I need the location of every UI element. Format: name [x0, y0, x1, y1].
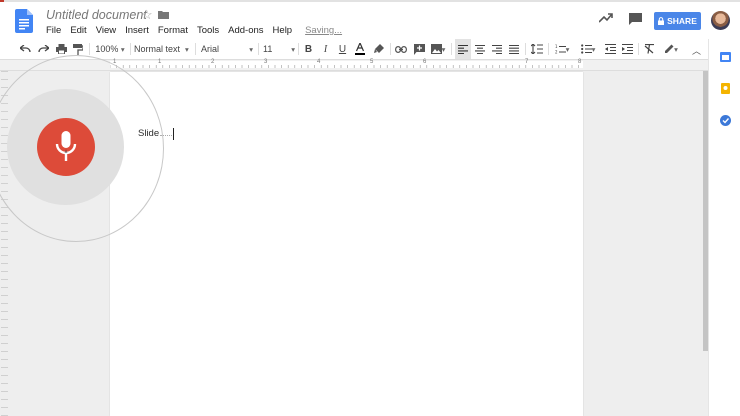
docs-logo-icon[interactable]: [15, 9, 33, 33]
chevron-down-icon: ▾: [291, 44, 295, 54]
italic-icon[interactable]: I: [319, 39, 332, 59]
toolbar-divider: [258, 43, 259, 55]
toolbar-divider: [390, 43, 391, 55]
svg-text:1: 1: [555, 44, 558, 49]
decrease-indent-icon[interactable]: [603, 39, 617, 59]
font-value: Arial: [201, 44, 220, 54]
chevron-down-icon: ▾: [441, 44, 446, 54]
text-cursor: [173, 128, 174, 140]
chevron-down-icon: ▾: [185, 44, 189, 54]
toolbar-divider: [130, 43, 131, 55]
menu-edit[interactable]: Edit: [70, 25, 86, 36]
menu-addons[interactable]: Add-ons: [228, 25, 263, 36]
menu-tools[interactable]: Tools: [197, 25, 219, 36]
keep-icon[interactable]: [720, 83, 731, 94]
underline-icon[interactable]: U: [336, 39, 349, 59]
justify-icon[interactable]: [507, 39, 521, 59]
window-accent: [0, 0, 4, 2]
font-size-value: 11: [263, 44, 273, 54]
chevron-down-icon: ▾: [120, 44, 125, 54]
collapse-icon[interactable]: ︿: [692, 44, 701, 57]
ruler-number: 5: [370, 59, 374, 65]
window-top-border: [0, 0, 740, 2]
saving-status: Saving...: [305, 25, 343, 36]
font-size-select[interactable]: 11 ▾: [263, 39, 295, 59]
star-icon[interactable]: ☆: [141, 7, 153, 23]
toolbar-divider: [298, 43, 299, 55]
toolbar-divider: [548, 43, 549, 55]
document-title[interactable]: Untitled document: [46, 8, 147, 22]
side-panel: [708, 39, 740, 416]
ruler-number: 2: [211, 59, 215, 65]
insert-comment-icon[interactable]: [412, 39, 426, 59]
avatar[interactable]: [711, 11, 730, 30]
toolbar-divider: [525, 43, 526, 55]
menu-view[interactable]: View: [96, 25, 116, 36]
chevron-down-icon: ▾: [591, 44, 596, 54]
calendar-icon[interactable]: [720, 51, 731, 62]
comment-icon[interactable]: [629, 13, 642, 25]
menu-file[interactable]: File: [46, 25, 61, 36]
menu-insert[interactable]: Insert: [125, 25, 149, 36]
toolbar-divider: [638, 43, 639, 55]
menu-format[interactable]: Format: [158, 25, 188, 36]
share-label: SHARE: [667, 16, 697, 26]
document-page[interactable]: [110, 72, 583, 416]
font-select[interactable]: Arial ▾: [201, 39, 253, 59]
editing-mode-icon[interactable]: ▾: [660, 39, 682, 59]
align-center-icon[interactable]: [473, 39, 487, 59]
svg-text:2: 2: [555, 50, 558, 55]
lock-icon: [658, 17, 665, 25]
line-spacing-icon[interactable]: [529, 39, 545, 59]
chevron-down-icon: ▾: [674, 44, 678, 54]
toolbar-divider: [195, 43, 196, 55]
style-value: Normal text: [134, 44, 181, 54]
zoom-select[interactable]: 100% ▾: [93, 39, 127, 59]
align-right-icon[interactable]: [490, 39, 504, 59]
style-select[interactable]: Normal text ▾: [134, 39, 190, 59]
ruler-number: 1: [158, 59, 162, 65]
bulleted-list-icon[interactable]: ▾: [578, 39, 598, 59]
activity-icon[interactable]: [599, 13, 613, 23]
text-color-icon[interactable]: [353, 39, 367, 59]
chevron-down-icon: ▾: [565, 44, 570, 54]
horizontal-ruler: [110, 61, 583, 68]
microphone-icon: [55, 131, 77, 161]
ruler-number: 7: [525, 59, 529, 65]
ruler-number: 4: [317, 59, 321, 65]
ruler-number: 3: [264, 59, 268, 65]
undo-icon[interactable]: [18, 39, 32, 59]
bold-icon[interactable]: B: [302, 39, 315, 59]
clear-formatting-icon[interactable]: [642, 39, 656, 59]
toolbar: 100% ▾ Normal text ▾ Arial ▾ 11 ▾ B I U ▾: [0, 39, 708, 59]
ruler-number: 6: [423, 59, 427, 65]
increase-indent-icon[interactable]: [620, 39, 634, 59]
ruler-number: 8: [578, 59, 582, 65]
tasks-icon[interactable]: [720, 115, 731, 126]
share-button[interactable]: SHARE: [654, 12, 701, 30]
folder-icon[interactable]: [158, 10, 169, 19]
align-left-icon[interactable]: [455, 39, 471, 59]
numbered-list-icon[interactable]: 12 ▾: [552, 39, 572, 59]
voice-typing-mic-button[interactable]: [37, 118, 95, 176]
menu-help[interactable]: Help: [273, 25, 293, 36]
highlight-icon[interactable]: [372, 39, 386, 59]
chevron-down-icon: ▾: [249, 44, 253, 54]
link-icon[interactable]: [394, 39, 408, 59]
image-icon[interactable]: ▾: [428, 39, 448, 59]
toolbar-divider: [451, 43, 452, 55]
zoom-value: 100%: [95, 44, 119, 54]
toolbar-divider: [89, 43, 90, 55]
redo-icon[interactable]: [36, 39, 50, 59]
menu-bar: File Edit View Insert Format Tools Add-o…: [46, 25, 342, 36]
